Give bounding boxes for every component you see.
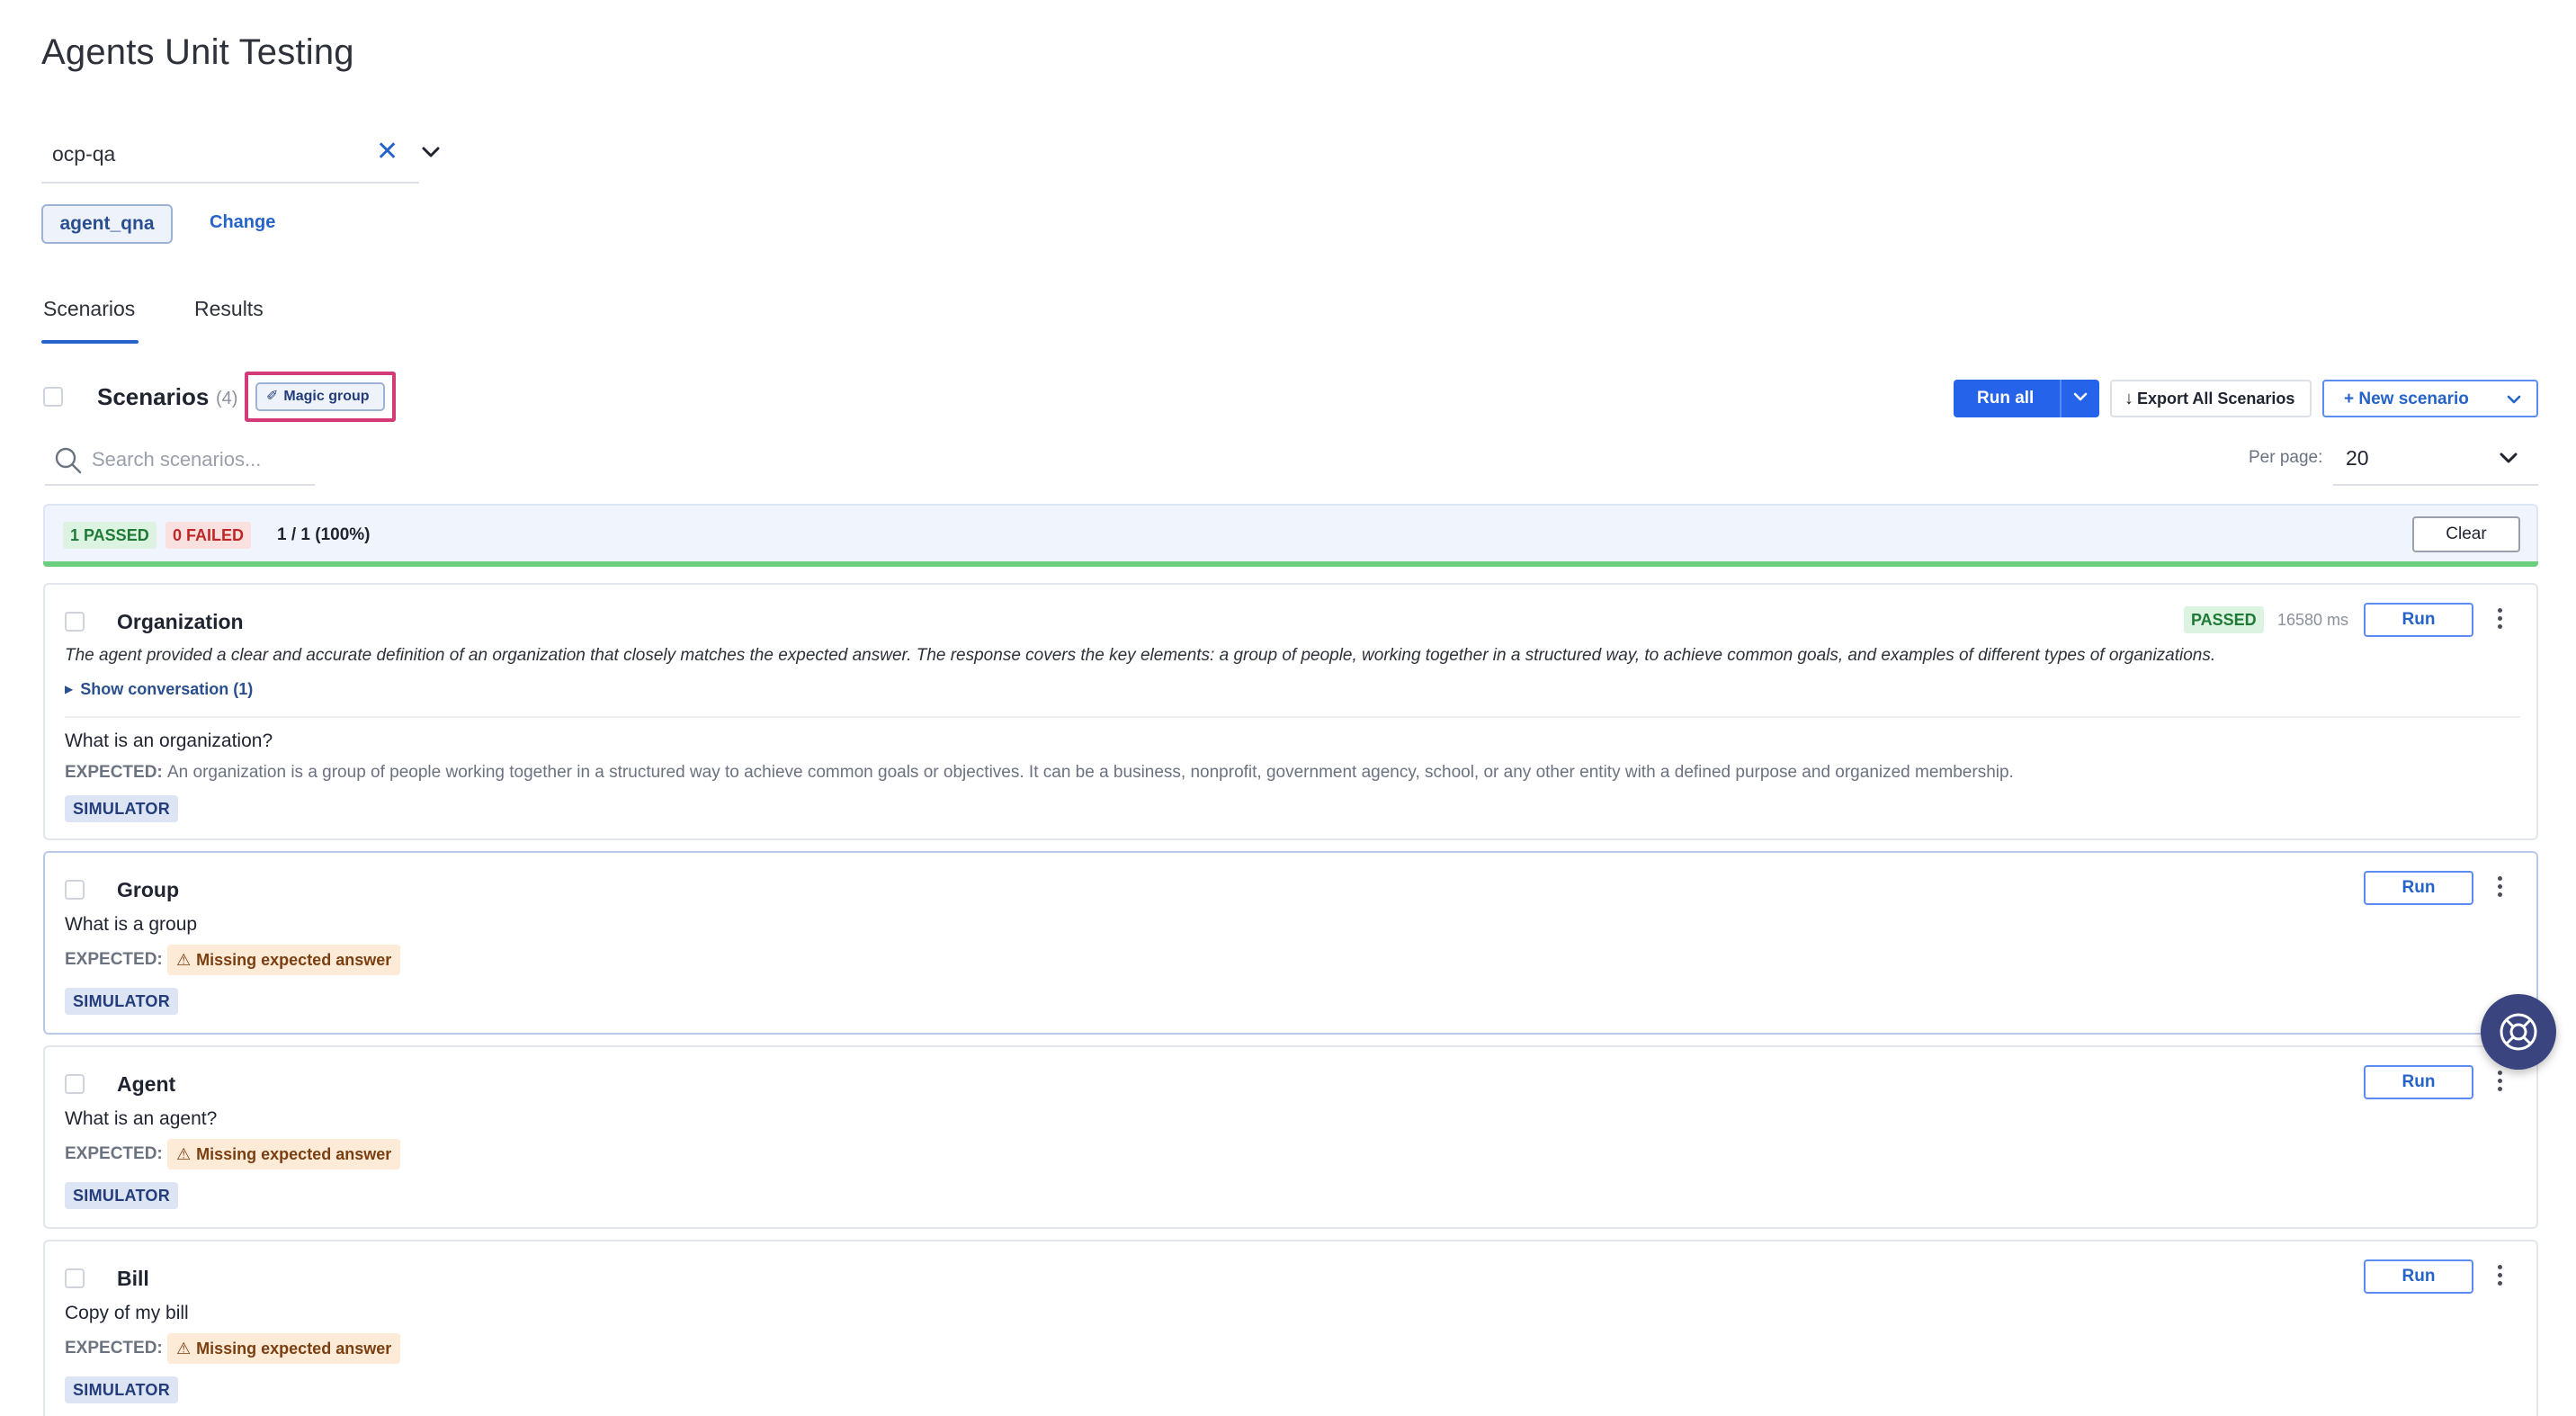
scenario-card: Group Run What is a group EXPECTED: ⚠ Mis… bbox=[43, 851, 2538, 1035]
tab-results[interactable]: Results bbox=[194, 297, 264, 321]
run-button[interactable]: Run bbox=[2364, 1259, 2473, 1294]
export-all-scenarios-button[interactable]: ↓ Export All Scenarios bbox=[2110, 380, 2312, 417]
missing-answer-badge: ⚠ Missing expected answer bbox=[167, 1333, 401, 1364]
scenario-name: Organization bbox=[117, 610, 244, 633]
type-badge: SIMULATOR bbox=[65, 1182, 179, 1209]
run-button[interactable]: Run bbox=[2364, 1065, 2473, 1099]
active-tab-indicator bbox=[41, 340, 139, 344]
run-button[interactable]: Run bbox=[2364, 603, 2473, 637]
tab-scenarios[interactable]: Scenarios bbox=[43, 297, 135, 321]
project-selector[interactable]: ocp-qa ✕ bbox=[41, 131, 440, 184]
per-page-value: 20 bbox=[2346, 446, 2369, 470]
scenario-question: What is an agent? bbox=[65, 1108, 218, 1129]
search-icon bbox=[55, 447, 82, 474]
scenario-question: What is a group bbox=[65, 914, 198, 935]
page-title: Agents Unit Testing bbox=[41, 32, 354, 72]
help-lifebuoy-icon bbox=[2500, 1013, 2537, 1051]
caret-right-icon: ▶ bbox=[65, 683, 74, 695]
scenario-question: What is an organization? bbox=[65, 730, 273, 751]
download-arrow-icon: ↓ bbox=[2124, 389, 2133, 408]
expected-answer: An organization is a group of people wor… bbox=[167, 763, 2014, 782]
expected-label: EXPECTED: bbox=[65, 1144, 163, 1163]
clear-results-button[interactable]: Clear bbox=[2412, 516, 2520, 552]
passed-badge: 1 PASSED bbox=[63, 522, 157, 549]
type-badge: SIMULATOR bbox=[65, 795, 179, 822]
missing-answer-badge: ⚠ Missing expected answer bbox=[167, 945, 401, 975]
evaluation-text: The agent provided a clear and accurate … bbox=[65, 646, 2216, 665]
missing-answer-label: Missing expected answer bbox=[196, 951, 392, 969]
new-scenario-label: + New scenario bbox=[2344, 390, 2469, 408]
magic-group-highlight: ✐ Magic group bbox=[245, 372, 396, 422]
more-vertical-icon[interactable] bbox=[2495, 1263, 2504, 1290]
show-conversation-label: Show conversation (1) bbox=[80, 680, 254, 698]
results-summary: 1 PASSED 0 FAILED 1 / 1 (100%) Clear bbox=[43, 504, 2538, 567]
run-all-separator bbox=[2060, 380, 2062, 417]
search-input[interactable] bbox=[92, 444, 308, 475]
chevron-down-icon[interactable] bbox=[419, 140, 443, 164]
magic-wand-icon: ✐ bbox=[266, 389, 279, 404]
help-button[interactable] bbox=[2481, 994, 2556, 1070]
status-badge: PASSED bbox=[2184, 606, 2264, 633]
more-vertical-icon[interactable] bbox=[2495, 606, 2504, 633]
scenario-name: Group bbox=[117, 878, 179, 901]
failed-badge: 0 FAILED bbox=[165, 522, 252, 549]
expected-label: EXPECTED: bbox=[65, 1339, 163, 1358]
duration: 16580 ms bbox=[2277, 611, 2349, 629]
scenario-checkbox[interactable] bbox=[65, 612, 85, 632]
chevron-down-icon bbox=[2500, 453, 2518, 463]
chevron-down-icon[interactable] bbox=[2071, 387, 2090, 407]
missing-answer-badge: ⚠ Missing expected answer bbox=[167, 1139, 401, 1170]
scenario-card: Bill Run Copy of my bill EXPECTED: ⚠ Miss… bbox=[43, 1240, 2538, 1416]
project-selector-value: ocp-qa bbox=[52, 142, 116, 166]
scenarios-count: (4) bbox=[216, 389, 238, 408]
scenario-card: Agent Run What is an agent? EXPECTED: ⚠ M… bbox=[43, 1045, 2538, 1229]
expected-label: EXPECTED: bbox=[65, 763, 163, 782]
search-box bbox=[45, 437, 315, 486]
new-scenario-button[interactable]: + New scenario bbox=[2322, 380, 2538, 417]
change-agent-link[interactable]: Change bbox=[210, 212, 275, 233]
scenarios-heading: Scenarios bbox=[97, 383, 210, 410]
per-page-label: Per page: bbox=[2249, 448, 2323, 467]
agent-chip: agent_qna bbox=[41, 204, 173, 244]
warning-icon: ⚠ bbox=[176, 1340, 192, 1358]
run-all-button[interactable]: Run all bbox=[1954, 380, 2099, 417]
scenario-checkbox[interactable] bbox=[65, 880, 85, 900]
run-all-label: Run all bbox=[1977, 389, 2035, 408]
chevron-down-icon[interactable] bbox=[2504, 390, 2524, 409]
show-conversation-toggle[interactable]: ▶ Show conversation (1) bbox=[65, 680, 253, 699]
run-button[interactable]: Run bbox=[2364, 871, 2473, 905]
more-vertical-icon[interactable] bbox=[2495, 1069, 2504, 1096]
scenario-name: Bill bbox=[117, 1267, 149, 1290]
scenario-card: Organization PASSED 16580 ms Run The age… bbox=[43, 583, 2538, 840]
scenario-name: Agent bbox=[117, 1072, 176, 1096]
scenario-checkbox[interactable] bbox=[65, 1268, 85, 1288]
results-progress-bar bbox=[43, 561, 2538, 567]
agents-unit-testing-page: Agents Unit Testing ocp-qa ✕ agent_qna C… bbox=[0, 0, 2576, 1416]
expected-label: EXPECTED: bbox=[65, 950, 163, 969]
magic-group-button[interactable]: ✐ Magic group bbox=[255, 382, 385, 411]
scenario-checkbox[interactable] bbox=[65, 1074, 85, 1094]
divider bbox=[65, 716, 2520, 718]
export-label: Export All Scenarios bbox=[2137, 390, 2295, 408]
missing-answer-label: Missing expected answer bbox=[196, 1145, 392, 1163]
type-badge: SIMULATOR bbox=[65, 988, 179, 1015]
tab-bar: Scenarios Results bbox=[41, 290, 2551, 344]
close-icon[interactable]: ✕ bbox=[376, 139, 398, 166]
warning-icon: ⚠ bbox=[176, 1145, 192, 1163]
scenario-question: Copy of my bill bbox=[65, 1303, 189, 1323]
magic-group-label: Magic group bbox=[283, 389, 370, 404]
warning-icon: ⚠ bbox=[176, 951, 192, 969]
per-page-select[interactable]: 20 bbox=[2333, 437, 2538, 486]
missing-answer-label: Missing expected answer bbox=[196, 1340, 392, 1358]
pass-ratio: 1 / 1 (100%) bbox=[277, 525, 371, 544]
type-badge: SIMULATOR bbox=[65, 1376, 179, 1403]
more-vertical-icon[interactable] bbox=[2495, 874, 2504, 901]
select-all-checkbox[interactable] bbox=[43, 387, 63, 407]
